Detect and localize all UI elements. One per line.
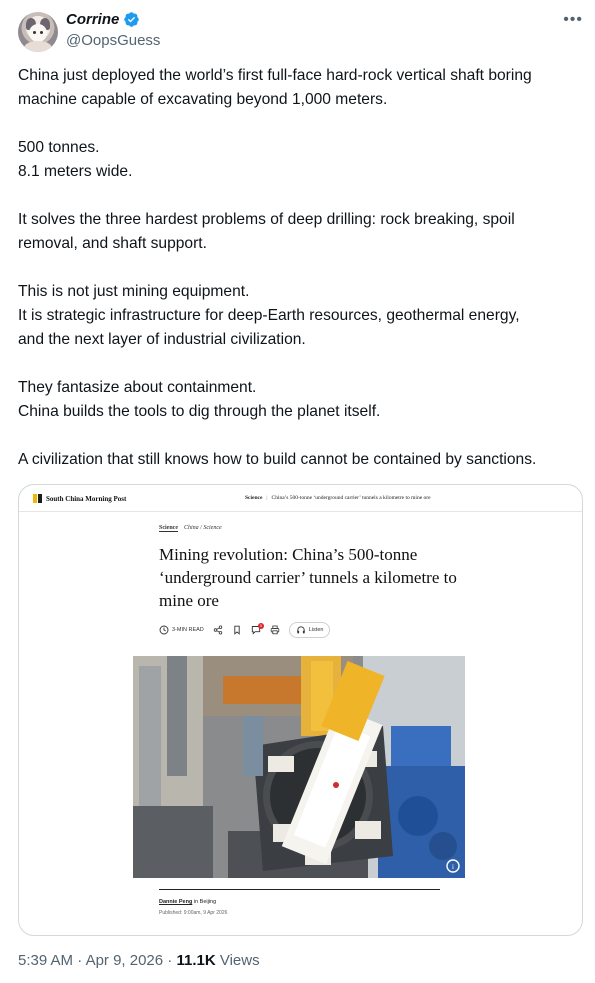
author-name-row: Corrine (66, 11, 140, 28)
article-author: Dannie Peng (159, 899, 193, 905)
read-time: 3-MIN READ (159, 625, 204, 635)
share-icon (213, 625, 223, 635)
tag-sub: China / Science (184, 525, 222, 531)
tweet-line: 500 tonnes. (18, 139, 100, 156)
tweet-line: removal, and shaft support. (18, 235, 207, 252)
tweet-meta: 5:39 AM · Apr 9, 2026 · 11.1K Views (18, 952, 260, 969)
tweet-line: It solves the three hardest problems of … (18, 211, 515, 228)
avatar[interactable] (18, 12, 58, 52)
byline: Dannie Peng in Beijing (159, 899, 216, 905)
article-photo: i (133, 656, 465, 878)
article-tags: Science China / Science (159, 525, 459, 532)
article-toolbar: 3-MIN READ 3 Listen (159, 622, 459, 638)
verified-badge-icon (124, 12, 140, 27)
breadcrumb: Science | China’s 500-tonne ‘underground c… (245, 495, 431, 501)
tweet-line: China builds the tools to dig through th… (18, 403, 381, 420)
clock-icon (159, 625, 169, 635)
headphones-icon (297, 626, 305, 634)
more-icon[interactable]: ••• (563, 12, 583, 28)
tweet-header: Corrine @OopsGuess ••• (18, 10, 583, 54)
publication-bar: South China Morning Post Science | China’s… (19, 485, 582, 512)
author-name[interactable]: Corrine (66, 11, 119, 28)
tweet-line: A civilization that still knows how to b… (18, 451, 537, 468)
article-headline: Mining revolution: China’s 500-tonne ‘un… (159, 545, 457, 610)
bookmark-icon (232, 625, 242, 635)
breadcrumb-section: Science (245, 495, 263, 501)
byline-divider (159, 889, 440, 890)
listen-pill: Listen (288, 622, 331, 638)
tweet-line: China just deployed the world’s first fu… (18, 67, 532, 84)
scmp-logo-icon (33, 494, 42, 503)
tweet-line: 8.1 meters wide. (18, 163, 133, 180)
listen-label: Listen (308, 627, 324, 633)
published-date: Published: 9:00am, 9 Apr 2026 (159, 910, 228, 916)
article-header: Science China / Science Mining revolutio… (159, 525, 459, 638)
print-icon (270, 625, 280, 635)
meta-separator: · (77, 952, 83, 969)
tag-main: Science (159, 525, 178, 532)
publication-logo: South China Morning Post (33, 494, 126, 503)
tweet-date[interactable]: Apr 9, 2026 (86, 952, 164, 969)
views-label: Views (219, 952, 260, 969)
publication-name: South China Morning Post (46, 494, 127, 503)
tweet-line: This is not just mining equipment. (18, 283, 250, 300)
article-screenshot-card[interactable]: South China Morning Post Science | China’s… (18, 484, 583, 936)
comment-icon: 3 (251, 623, 264, 635)
tweet-text: China just deployed the world’s first fu… (18, 64, 583, 472)
tweet-line: machine capable of excavating beyond 1,0… (18, 91, 388, 108)
tweet-time[interactable]: 5:39 AM (18, 952, 73, 969)
views-count: 11.1K (176, 952, 216, 969)
meta-separator: · (167, 952, 173, 969)
tweet-line: and the next layer of industrial civiliz… (18, 331, 306, 348)
tweet-line: It is strategic infrastructure for deep-… (18, 307, 520, 324)
tweet-line: They fantasize about containment. (18, 379, 257, 396)
article-location: in Beijing (193, 899, 217, 905)
breadcrumb-title: China’s 500-tonne ‘underground carrier’ … (271, 495, 431, 501)
read-time-label: 3-MIN READ (172, 627, 204, 633)
author-handle[interactable]: @OopsGuess (66, 32, 160, 49)
svg-text:i: i (452, 863, 454, 871)
comment-count-badge: 3 (257, 623, 264, 629)
